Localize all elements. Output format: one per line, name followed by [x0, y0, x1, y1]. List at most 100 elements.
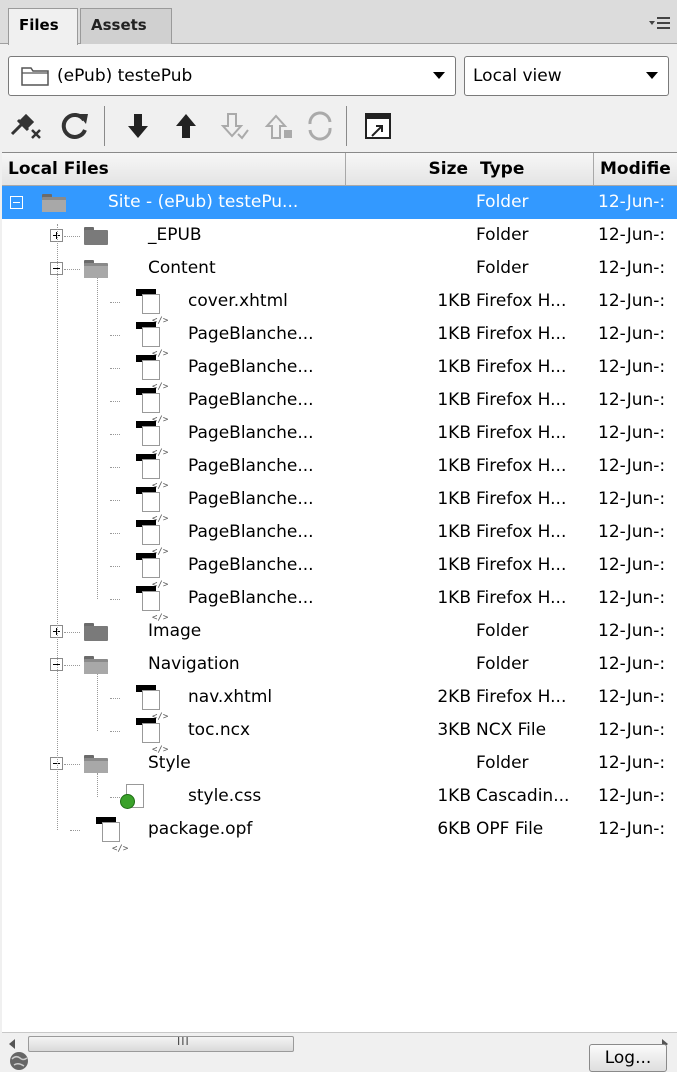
scroll-left-icon[interactable] [6, 1037, 20, 1051]
file-tree-row[interactable]: Content Folder 12-Jun-: [2, 252, 677, 285]
column-local-files[interactable]: Local Files [2, 153, 346, 186]
put-icon[interactable] [168, 108, 204, 144]
file-modified: 12-Jun-: [598, 423, 666, 443]
log-button[interactable]: Log... [589, 1044, 667, 1072]
file-modified: 12-Jun-: [598, 258, 666, 278]
file-tree-row[interactable]: </> PageBlanche... 1KB Firefox H... 12-Jun-: [2, 483, 677, 524]
file-size: 3KB [437, 720, 471, 740]
file-name: PageBlanche... [188, 489, 314, 509]
file-type: Folder [476, 225, 529, 245]
panel-tab-bar: Files Assets [0, 0, 677, 45]
get-icon[interactable] [120, 108, 156, 144]
column-modified[interactable]: Modifie [594, 153, 677, 186]
file-name: Content [148, 258, 216, 278]
tree-connector [110, 566, 120, 567]
html-file-icon: </> [136, 553, 168, 590]
file-size: 1KB [437, 522, 471, 542]
collapse-toggle-icon[interactable] [10, 196, 23, 209]
file-tree-row[interactable]: </> PageBlanche... 1KB Firefox H... 12-Jun-: [2, 351, 677, 392]
file-tree-row[interactable]: </> PageBlanche... 1KB Firefox H... 12-Jun-: [2, 516, 677, 557]
file-type: Firefox H... [476, 291, 567, 311]
file-type: Firefox H... [476, 588, 567, 608]
file-size: 1KB [437, 786, 471, 806]
file-type: Folder [476, 753, 529, 773]
site-select[interactable]: (ePub) testePub [8, 56, 456, 96]
file-type: Firefox H... [476, 423, 567, 443]
file-modified: 12-Jun-: [598, 291, 666, 311]
column-type[interactable]: Type [474, 153, 594, 186]
tree-connector [64, 269, 80, 270]
file-tree-row[interactable]: </> nav.xhtml 2KB Firefox H... 12-Jun-: [2, 681, 677, 722]
file-type: Firefox H... [476, 489, 567, 509]
tab-assets[interactable]: Assets [80, 8, 172, 44]
view-select-value: Local view [473, 66, 562, 86]
tab-files[interactable]: Files [8, 8, 78, 45]
chevron-down-icon [433, 72, 445, 79]
refresh-icon[interactable] [56, 108, 92, 144]
file-type: Firefox H... [476, 390, 567, 410]
file-tree-row[interactable]: style.css 1KB Cascadin... 12-Jun-: [2, 780, 677, 813]
file-modified: 12-Jun-: [598, 225, 666, 245]
panel-menu-icon[interactable] [649, 16, 671, 30]
files-toolbar [0, 100, 677, 150]
sync-icon [308, 111, 332, 141]
file-modified: 12-Jun-: [598, 456, 666, 476]
file-tree-row[interactable]: </> package.opf 6KB OPF File 12-Jun-: [2, 813, 677, 854]
html-file-icon: </> [136, 718, 168, 755]
status-bar: Log... [0, 1044, 677, 1072]
scrollbar-grip: III [177, 1035, 190, 1048]
html-file-icon: </> [136, 421, 168, 458]
file-tree-row[interactable]: </> cover.xhtml 1KB Firefox H... 12-Jun-: [2, 285, 677, 326]
file-type: Folder [476, 654, 529, 674]
file-name: PageBlanche... [188, 588, 314, 608]
file-tree-row[interactable]: </> PageBlanche... 1KB Firefox H... 12-Jun-: [2, 450, 677, 491]
file-size: 1KB [437, 456, 471, 476]
file-name: _EPUB [148, 225, 202, 245]
file-size: 1KB [437, 324, 471, 344]
html-file-icon: </> [136, 388, 168, 425]
folder-icon [84, 755, 108, 773]
tree-connector [64, 632, 80, 633]
file-modified: 12-Jun-: [598, 555, 666, 575]
tree-guide-line [97, 773, 98, 797]
file-tree-row[interactable]: </> toc.ncx 3KB NCX File 12-Jun-: [2, 714, 677, 755]
tree-connector [110, 467, 120, 468]
check-in-icon [264, 114, 292, 139]
file-modified: 12-Jun-: [598, 819, 666, 839]
file-size: 1KB [437, 489, 471, 509]
file-size: 6KB [437, 819, 471, 839]
file-tree-row[interactable]: Site - (ePub) testePu... Folder 12-Jun-: [2, 186, 677, 219]
file-tree-row[interactable]: Image Folder 12-Jun-: [2, 615, 677, 648]
folder-outline-icon [21, 67, 49, 86]
file-modified: 12-Jun-: [598, 654, 666, 674]
file-size: 1KB [437, 357, 471, 377]
file-tree-row[interactable]: </> PageBlanche... 1KB Firefox H... 12-Jun-: [2, 549, 677, 590]
file-modified: 12-Jun-: [598, 588, 666, 608]
file-name: PageBlanche... [188, 456, 314, 476]
tree-connector [70, 830, 80, 831]
file-name: PageBlanche... [188, 357, 314, 377]
expand-icon[interactable] [360, 108, 396, 144]
file-tree-row[interactable]: </> PageBlanche... 1KB Firefox H... 12-Jun-: [2, 384, 677, 425]
view-select[interactable]: Local view [464, 56, 669, 96]
file-tree-row[interactable]: </> PageBlanche... 1KB Firefox H... 12-Jun-: [2, 318, 677, 359]
tree-guide-line [97, 674, 98, 731]
file-tree-row[interactable]: </> PageBlanche... 1KB Firefox H... 12-Jun-: [2, 582, 677, 623]
file-name: cover.xhtml [188, 291, 288, 311]
file-tree-row[interactable]: _EPUB Folder 12-Jun-: [2, 219, 677, 252]
tree-connector [110, 500, 120, 501]
tree-connector [64, 665, 80, 666]
html-file-icon: </> [96, 817, 128, 854]
file-size: 2KB [437, 687, 471, 707]
file-tree-row[interactable]: </> PageBlanche... 1KB Firefox H... 12-Jun-: [2, 417, 677, 458]
connect-icon[interactable] [8, 108, 44, 144]
file-type: Firefox H... [476, 687, 567, 707]
scrollbar-thumb[interactable]: III [28, 1035, 294, 1052]
column-size[interactable]: Size [346, 153, 474, 186]
file-size: 1KB [437, 423, 471, 443]
check-out-icon [220, 113, 249, 140]
horizontal-scrollbar[interactable]: III [2, 1032, 677, 1054]
file-modified: 12-Jun-: [598, 192, 666, 212]
file-tree-row[interactable]: Navigation Folder 12-Jun-: [2, 648, 677, 681]
file-tree-row[interactable]: Style Folder 12-Jun-: [2, 747, 677, 780]
